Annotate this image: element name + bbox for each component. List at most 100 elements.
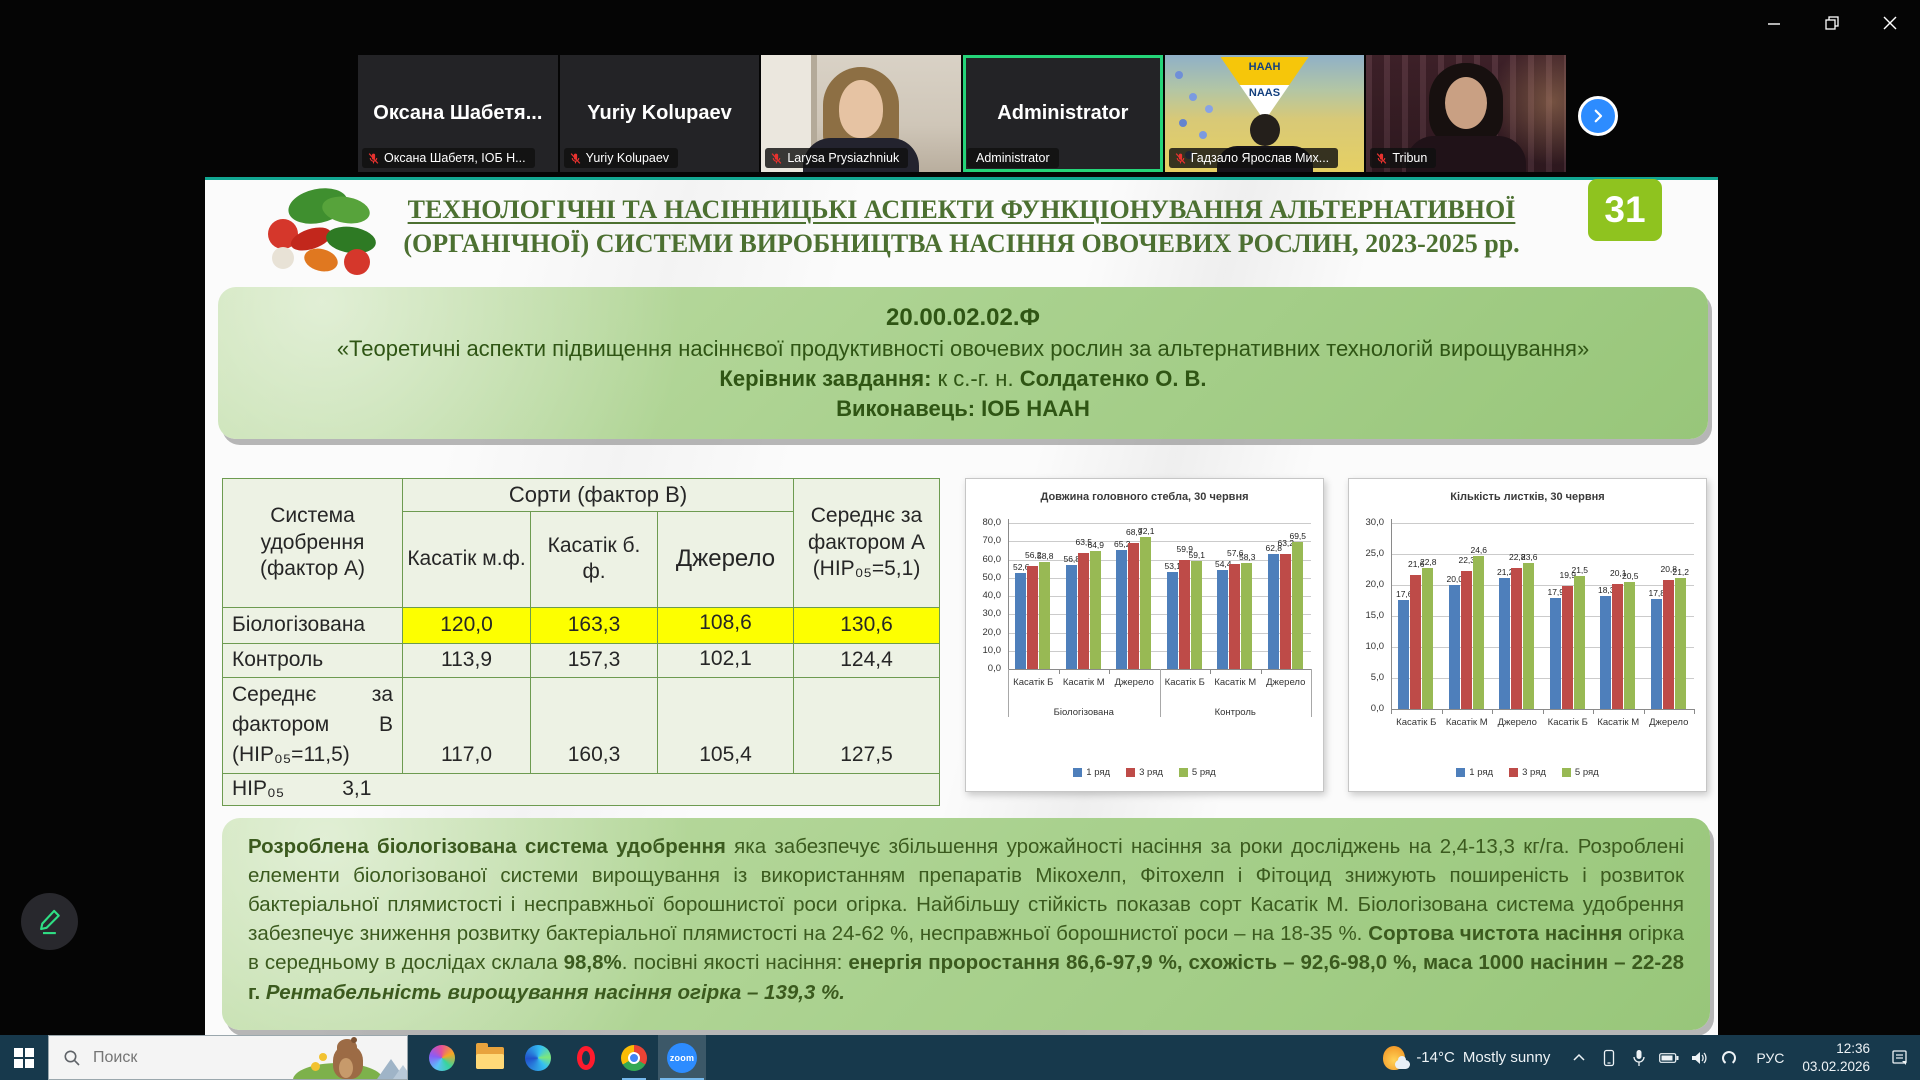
bar-series-3 (1140, 537, 1151, 669)
notification-center-button[interactable] (1880, 1035, 1920, 1080)
participant-label: Гадзало Ярослав Мих... (1169, 148, 1338, 168)
bar-series-1 (1449, 585, 1460, 709)
speaker-icon[interactable] (1686, 1035, 1712, 1080)
summary-text: Розроблена біологізована система удобрен… (222, 818, 1710, 1030)
search-box[interactable] (48, 1035, 408, 1080)
weather-widget[interactable]: -14°C Mostly sunny (1372, 1045, 1560, 1071)
phone-link-icon[interactable] (1596, 1035, 1622, 1080)
bar-series-3 (1422, 568, 1433, 709)
weather-temp: -14°C (1416, 1049, 1455, 1066)
bar-series-1 (1167, 572, 1178, 669)
battery-icon[interactable] (1656, 1035, 1682, 1080)
taskbar-app-opera[interactable] (562, 1035, 610, 1080)
y-tick-label: 20,0 (1349, 579, 1384, 590)
video-tile-yuriy[interactable]: Yuriy KolupaevYuriy Kolupaev (560, 55, 760, 172)
slide-title-line2: (ОРГАНІЧНОЇ) СИСТЕМИ ВИРОБНИЦТВА НАСІННЯ… (335, 227, 1588, 261)
restore-icon (1825, 16, 1840, 31)
legend-item: 1 ряд (1456, 767, 1493, 778)
system-tray (1566, 1035, 1742, 1080)
x-category-label: Джерело (1492, 717, 1543, 728)
video-tile-hadzalo[interactable]: НААНNAASГадзало Ярослав Мих... (1165, 55, 1365, 172)
y-tick-label: 5,0 (1349, 672, 1384, 683)
project-theme: «Теоретичні аспекти підвищення насіннєво… (244, 336, 1682, 362)
bar-series-3 (1473, 556, 1484, 709)
x-category-label: Касатік Б (1391, 717, 1442, 728)
bar-series-1 (1651, 599, 1662, 709)
pencil-icon (36, 908, 64, 936)
taskbar-app-chrome[interactable] (610, 1035, 658, 1080)
results-table: Система удобрення (фактор А) Сорти (факт… (222, 478, 940, 806)
project-leader: Керівник завдання: к с.-г. н. Солдатенко… (244, 366, 1682, 392)
mic-muted-icon (367, 152, 380, 165)
bar-value-label: 21,2 (1665, 567, 1697, 577)
slide-title-line1: ТЕХНОЛОГІЧНІ ТА НАСІННИЦЬКІ АСПЕКТИ ФУНК… (335, 193, 1588, 227)
close-button[interactable] (1874, 8, 1906, 38)
th-kasatik-bf: Касатік б. ф. (531, 511, 658, 607)
start-button[interactable] (0, 1035, 48, 1080)
y-tick-label: 10,0 (966, 645, 1001, 656)
th-system: Система удобрення (фактор А) (223, 479, 403, 608)
chart-legend: 1 ряд3 ряд5 ряд (966, 767, 1323, 778)
restore-button[interactable] (1816, 8, 1848, 38)
clock[interactable]: 12:36 03.02.2026 (1792, 1040, 1880, 1075)
bar-series-2 (1612, 584, 1623, 709)
file-explorer-icon (476, 1047, 504, 1069)
bar-value-label: 21,5 (1564, 565, 1596, 575)
taskbar-app-file-explorer[interactable] (466, 1035, 514, 1080)
y-tick-label: 0,0 (1349, 703, 1384, 714)
clock-date: 03.02.2026 (1802, 1058, 1870, 1076)
video-tile-administrator[interactable]: AdministratorAdministrator (963, 55, 1163, 172)
legend-item: 5 ряд (1179, 767, 1216, 778)
bar-series-2 (1229, 564, 1240, 669)
table-cell: 130,6 (794, 607, 940, 643)
weather-icon (1382, 1045, 1408, 1071)
bar-series-2 (1562, 586, 1573, 709)
bar-value-label: 22,8 (1412, 557, 1444, 567)
video-tile-tribun[interactable]: Tribun (1366, 55, 1566, 172)
y-tick-label: 10,0 (1349, 641, 1384, 652)
legend-item: 3 ряд (1126, 767, 1163, 778)
x-category-label: Касатік Б (1160, 677, 1211, 688)
video-tile-oksana[interactable]: Оксана Шабетя...Оксана Шабетя, ІОБ Н... (358, 55, 558, 172)
bar-series-1 (1499, 578, 1510, 709)
copilot-icon (429, 1045, 455, 1071)
bar-series-3 (1039, 562, 1050, 669)
bar-series-2 (1663, 580, 1674, 709)
annotate-button[interactable] (21, 893, 78, 950)
desktop: { "window": { "minimize": "minimize", "r… (0, 0, 1920, 1080)
bar-series-2 (1461, 571, 1472, 709)
video-tile-larysa[interactable]: Larysa Prysiazhniuk (761, 55, 961, 172)
bar-series-1 (1066, 565, 1077, 669)
clock-time: 12:36 (1802, 1040, 1870, 1058)
search-input[interactable] (91, 1048, 285, 1068)
table-cell: 127,5 (794, 677, 940, 773)
participant-label: Larysa Prysiazhniuk (765, 148, 908, 168)
table-cell: 102,1 (658, 643, 794, 677)
x-group-label: Контроль (1160, 707, 1312, 718)
chevron-up-icon[interactable] (1566, 1035, 1592, 1080)
bar-series-2 (1179, 560, 1190, 669)
language-indicator[interactable]: РУС (1748, 1050, 1792, 1066)
table-cell: 117,0 (403, 677, 531, 773)
bar-series-3 (1191, 561, 1202, 669)
bar-series-3 (1241, 563, 1252, 669)
bar-series-1 (1015, 573, 1026, 669)
taskbar-app-copilot[interactable] (418, 1035, 466, 1080)
microphone-icon[interactable] (1626, 1035, 1652, 1080)
y-tick-label: 15,0 (1349, 610, 1384, 621)
x-category-label: Касатік М (1210, 677, 1261, 688)
chart-title: Довжина головного стебла, 30 червня (966, 491, 1323, 503)
next-participants-button[interactable] (1578, 96, 1618, 136)
taskbar-app-zoom[interactable]: zoom (658, 1035, 706, 1080)
bar-series-2 (1128, 543, 1139, 669)
record-ring-icon[interactable] (1716, 1035, 1742, 1080)
chart-leaf-count: Кількість листків, 30 червня0,05,010,015… (1348, 478, 1707, 792)
x-category-label: Касатік М (1593, 717, 1644, 728)
minimize-button[interactable] (1758, 8, 1790, 38)
opera-icon (577, 1046, 595, 1070)
bar-series-1 (1268, 554, 1279, 669)
y-tick-label: 80,0 (966, 517, 1001, 528)
taskbar-app-edge[interactable] (514, 1035, 562, 1080)
bar-value-label: 23,6 (1513, 552, 1545, 562)
participant-label: Yuriy Kolupaev (564, 148, 678, 168)
